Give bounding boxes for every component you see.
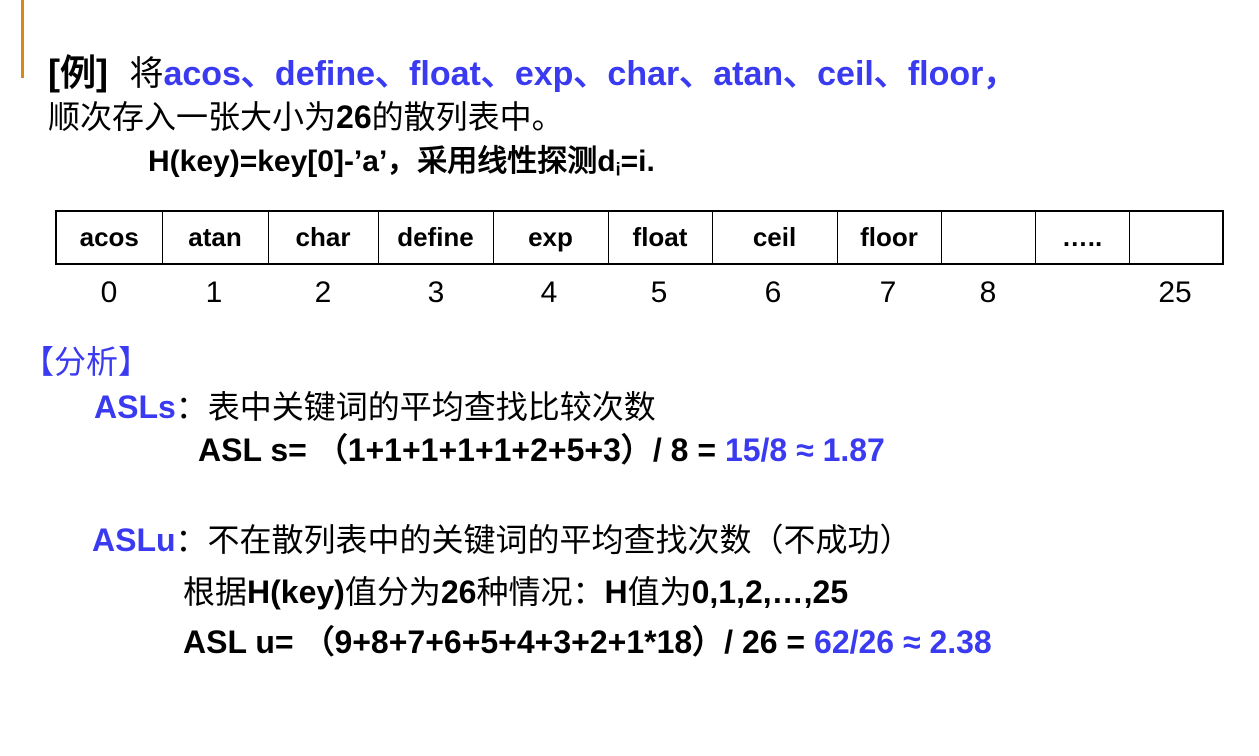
table-indices: 0 1 2 3 4 5 6 7 8 25 [0, 276, 1259, 310]
table-index: 1 [205, 276, 223, 309]
aslu-result: 62/26 ≈ 2.38 [814, 624, 992, 660]
table-index: 0 [100, 276, 118, 309]
asls-desc: ：表中关键词的平均查找比较次数 [175, 389, 656, 425]
aslu-cases-num: 26 [440, 574, 477, 610]
table-cell: char [267, 210, 379, 265]
aslu-desc: ：不在散列表中的关键词的平均查找次数（不成功） [175, 522, 912, 558]
asls-formula-line: ASL s= （1+1+1+1+1+2+5+3）/ 8 = 15/8 ≈ 1.8… [198, 434, 885, 466]
example-keywords: acos、define、float、exp、char、atan、ceil、flo… [163, 55, 1018, 93]
example-line-2: 顺次存入一张大小为26的散列表中。 [48, 101, 564, 133]
example-line-1: [例] 将acos、define、float、exp、char、atan、cei… [48, 52, 1018, 93]
table-index: 8 [979, 276, 997, 309]
line2-pre: 顺次存入一张大小为 [48, 99, 337, 135]
aslu-cases-mid3: 值为 [627, 574, 692, 610]
table-index: 25 [1158, 276, 1192, 309]
table-index: 3 [427, 276, 445, 309]
table-cell: define [377, 210, 494, 265]
asls-label: ASLs [94, 389, 176, 425]
hash-table: acos atan char define exp float ceil flo… [55, 210, 1224, 265]
asls-formula: ASL s= （1+1+1+1+1+2+5+3）/ 8 = [198, 432, 725, 468]
aslu-cases-hkey: H(key) [247, 574, 345, 610]
aslu-formula: ASL u= （9+8+7+6+5+4+3+2+1*18）/ 26 = [183, 624, 815, 660]
aslu-label: ASLu [92, 522, 176, 558]
hash-function-line: H(key)=key[0]-’a’，采用线性探测di=i. [148, 147, 655, 179]
hash-table-row: acos atan char define exp float ceil flo… [55, 210, 1224, 265]
asls-line: ASLs：表中关键词的平均查找比较次数 [94, 391, 656, 423]
table-cell: float [607, 210, 713, 265]
aslu-cases-pre: 根据 [183, 574, 248, 610]
table-index: 7 [879, 276, 897, 309]
analysis-header: 【分析】 [22, 344, 151, 380]
table-cell: atan [161, 210, 269, 265]
table-index: 2 [314, 276, 332, 309]
line2-post: 的散列表中。 [371, 99, 564, 135]
table-cell: ceil [711, 210, 838, 265]
asls-result: 15/8 ≈ 1.87 [724, 432, 885, 468]
table-cell [940, 210, 1036, 265]
aslu-line: ASLu：不在散列表中的关键词的平均查找次数（不成功） [92, 524, 912, 556]
table-size: 26 [336, 99, 372, 135]
table-cell: ….. [1034, 210, 1130, 265]
table-cell: acos [55, 210, 163, 265]
table-index: 5 [650, 276, 668, 309]
accent-bar [21, 0, 24, 78]
aslu-cases-h: H [604, 574, 628, 610]
table-cell: exp [492, 210, 609, 265]
hash-function: H(key)=key[0]-’a’，采用线性探测d [148, 145, 616, 178]
table-cell: floor [836, 210, 942, 265]
aslu-formula-line: ASL u= （9+8+7+6+5+4+3+2+1*18）/ 26 = 62/2… [183, 626, 992, 658]
hash-end: =i. [620, 145, 655, 178]
example-tag: [例] [48, 52, 108, 93]
aslu-cases-line: 根据H(key)值分为26种情况：H值为0,1,2,…,25 [183, 576, 848, 608]
aslu-cases-mid: 值分为 [344, 574, 441, 610]
example-intro: 将 [129, 55, 164, 93]
aslu-cases-mid2: 种情况： [476, 574, 605, 610]
table-cell [1128, 210, 1224, 265]
aslu-cases-vals: 0,1,2,…,25 [691, 574, 849, 610]
table-index: 4 [540, 276, 558, 309]
table-index: 6 [764, 276, 782, 309]
